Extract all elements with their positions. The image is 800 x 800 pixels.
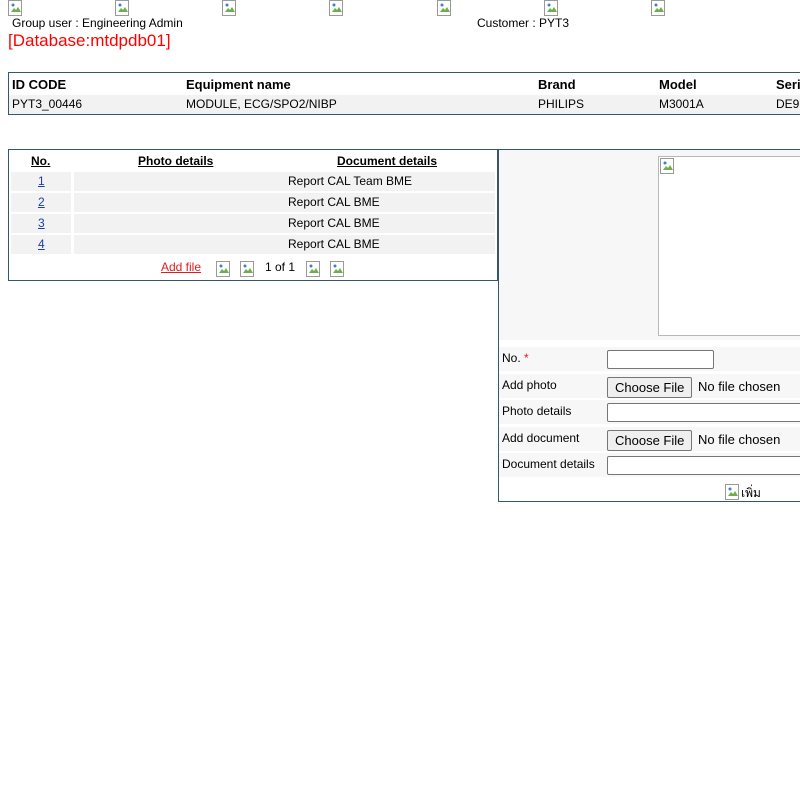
row-number-link[interactable]: 1: [38, 174, 45, 188]
column-header-document-details: Document details: [337, 154, 438, 168]
column-header-id-code: ID CODE: [12, 77, 67, 92]
last-page-icon[interactable]: [330, 261, 346, 277]
photo-details-label: Photo details: [502, 404, 572, 418]
database-label: [Database:mtdpdb01]: [8, 31, 171, 50]
photo-file-status: No file chosen: [698, 379, 781, 394]
photo-preview: [658, 156, 800, 336]
pagination: Add file 1 of 1: [9, 259, 497, 277]
document-details-cell: Report CAL Team BME: [288, 174, 413, 188]
form-row-add-photo: Add photo Choose File No file chosen: [499, 374, 800, 398]
first-page-icon[interactable]: [216, 261, 232, 277]
document-details-cell: Report CAL BME: [288, 216, 380, 230]
banner-image-2: [115, 0, 131, 16]
banner-image-3: [222, 0, 238, 16]
column-header-no: No.: [31, 154, 51, 168]
photo-details-input[interactable]: [607, 403, 800, 422]
model-value: M3001A: [659, 97, 704, 111]
column-header-equipment-name: Equipment name: [186, 77, 291, 92]
table-row: 2 Report CAL BME: [11, 193, 495, 212]
form-row-add-document: Add document Choose File No file chosen: [499, 427, 800, 451]
group-user-label: Group user : Engineering Admin: [12, 16, 183, 30]
banner-image-5: [437, 0, 453, 16]
add-photo-label: Add photo: [502, 378, 557, 392]
row-number-link[interactable]: 4: [38, 237, 45, 251]
file-list-table: No. Photo details Document details 1 Rep…: [8, 149, 498, 281]
add-file-link[interactable]: Add file: [161, 260, 201, 274]
document-details-label: Document details: [502, 457, 595, 471]
submit-image-icon: [725, 484, 741, 500]
required-mark: *: [524, 351, 529, 365]
column-header-serial: Seri: [776, 77, 800, 92]
serial-value: DE9: [776, 97, 800, 111]
prev-page-icon[interactable]: [240, 261, 256, 277]
form-row-no: No. *: [499, 347, 800, 371]
add-submit-button[interactable]: เพิ่ม: [725, 484, 761, 503]
submit-label: เพิ่ม: [741, 486, 761, 500]
row-number-link[interactable]: 3: [38, 216, 45, 230]
row-number-link[interactable]: 2: [38, 195, 45, 209]
photo-preview-area: [499, 150, 800, 340]
equipment-table: ID CODE Equipment name Brand Model Seri …: [8, 72, 800, 115]
column-header-model: Model: [659, 77, 697, 92]
customer-label: Customer : PYT3: [477, 16, 570, 30]
choose-document-button[interactable]: Choose File: [607, 430, 693, 451]
no-label: No.: [502, 351, 521, 365]
table-row: 3 Report CAL BME: [11, 214, 495, 233]
banner-image-6: [544, 0, 560, 16]
broken-image-icon: [660, 158, 676, 174]
equipment-name-value: MODULE, ECG/SPO2/NIBP: [186, 97, 337, 111]
next-page-icon[interactable]: [306, 261, 322, 277]
banner-image-1: [8, 0, 24, 16]
document-details-cell: Report CAL BME: [288, 195, 380, 209]
choose-photo-button[interactable]: Choose File: [607, 377, 693, 398]
brand-value: PHILIPS: [538, 97, 585, 111]
column-header-brand: Brand: [538, 77, 576, 92]
form-row-photo-details: Photo details: [499, 400, 800, 424]
banner-image-7: [651, 0, 667, 16]
add-document-label: Add document: [502, 431, 580, 445]
document-file-status: No file chosen: [698, 432, 781, 447]
document-details-cell: Report CAL BME: [288, 237, 380, 251]
form-row-document-details: Document details: [499, 453, 800, 477]
no-input[interactable]: [607, 350, 714, 369]
table-row: 4 Report CAL BME: [11, 235, 495, 254]
document-details-input[interactable]: [607, 456, 800, 475]
table-row: 1 Report CAL Team BME: [11, 172, 495, 191]
id-code-value: PYT3_00446: [12, 97, 83, 111]
banner-image-4: [329, 0, 345, 16]
column-header-photo-details: Photo details: [138, 154, 214, 168]
page-info: 1 of 1: [265, 260, 296, 274]
upload-form-panel: No. * Add photo Choose File No file chos…: [498, 149, 800, 502]
